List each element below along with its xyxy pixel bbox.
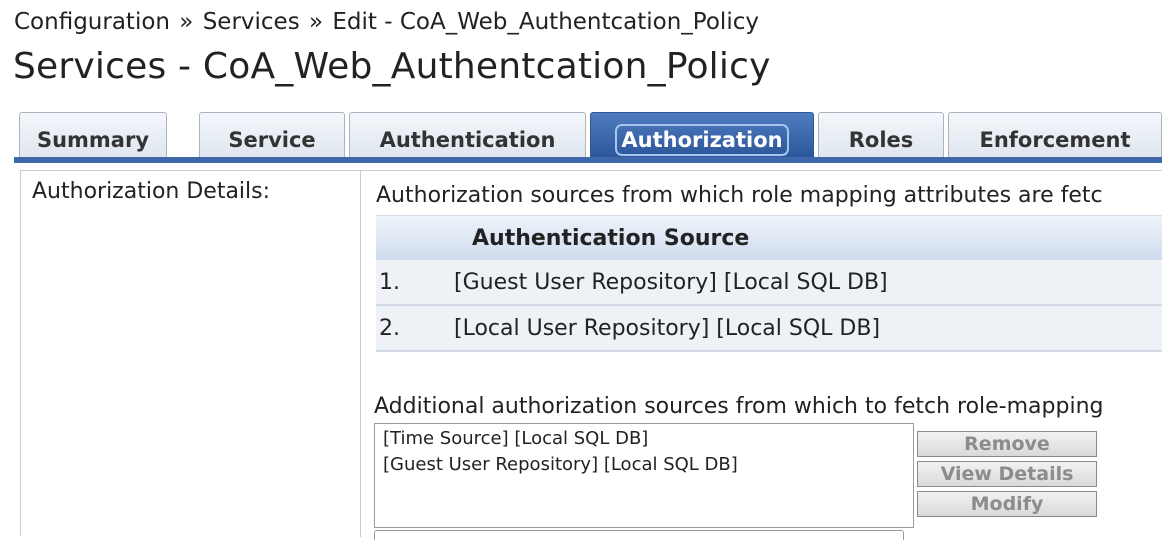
- breadcrumb-configuration[interactable]: Configuration: [14, 9, 170, 35]
- additional-sources-description: Additional authorization sources from wh…: [374, 394, 1104, 419]
- authorization-sources-table: Authentication Source 1. [Guest User Rep…: [376, 215, 1162, 352]
- authorization-panel: Authorization Details: Authorization sou…: [20, 170, 1162, 540]
- breadcrumb-separator: »: [179, 9, 194, 35]
- tab-label: Authentication: [379, 128, 556, 152]
- tab-label: Authorization: [615, 124, 789, 156]
- page-title: Services - CoA_Web_Authentcation_Policy: [13, 46, 771, 87]
- list-item[interactable]: [Guest User Repository] [Local SQL DB]: [383, 452, 905, 478]
- breadcrumb-separator: »: [309, 9, 324, 35]
- source-select-dropdown[interactable]: [374, 530, 904, 540]
- tab-roles[interactable]: Roles: [818, 112, 944, 157]
- authorization-details-label: Authorization Details:: [32, 179, 271, 204]
- tab-service[interactable]: Service: [199, 112, 345, 157]
- tab-label: Enforcement: [979, 128, 1131, 152]
- list-item[interactable]: [Time Source] [Local SQL DB]: [383, 426, 905, 452]
- tab-authentication[interactable]: Authentication: [349, 112, 586, 157]
- authorization-sources-description: Authorization sources from which role ma…: [376, 183, 1103, 208]
- breadcrumb: Configuration » Services » Edit - CoA_We…: [14, 6, 759, 38]
- tab-baseline: [14, 157, 1162, 163]
- modify-button[interactable]: Modify: [917, 491, 1097, 517]
- details-label-column: Authorization Details:: [21, 171, 361, 537]
- tab-label: Roles: [848, 128, 914, 152]
- row-number: 2.: [379, 315, 400, 341]
- tab-authorization[interactable]: Authorization: [590, 112, 814, 157]
- remove-button[interactable]: Remove: [917, 431, 1097, 457]
- authentication-source-header: Authentication Source: [472, 225, 750, 251]
- table-row: 1. [Guest User Repository] [Local SQL DB…: [376, 260, 1162, 306]
- table-row: 2. [Local User Repository] [Local SQL DB…: [376, 306, 1162, 352]
- tab-label: Service: [228, 128, 316, 152]
- row-source: [Local User Repository] [Local SQL DB]: [454, 315, 881, 341]
- breadcrumb-services[interactable]: Services: [203, 9, 300, 35]
- tab-summary[interactable]: Summary: [19, 112, 167, 157]
- additional-sources-listbox[interactable]: [Time Source] [Local SQL DB] [Guest User…: [374, 423, 914, 528]
- view-details-button[interactable]: View Details: [917, 461, 1097, 487]
- tab-enforcement[interactable]: Enforcement: [948, 112, 1162, 157]
- row-source: [Guest User Repository] [Local SQL DB]: [454, 269, 888, 295]
- tab-label: Summary: [36, 128, 150, 152]
- table-header: Authentication Source: [376, 215, 1162, 260]
- row-number: 1.: [379, 269, 400, 295]
- breadcrumb-current: Edit - CoA_Web_Authentcation_Policy: [332, 9, 759, 35]
